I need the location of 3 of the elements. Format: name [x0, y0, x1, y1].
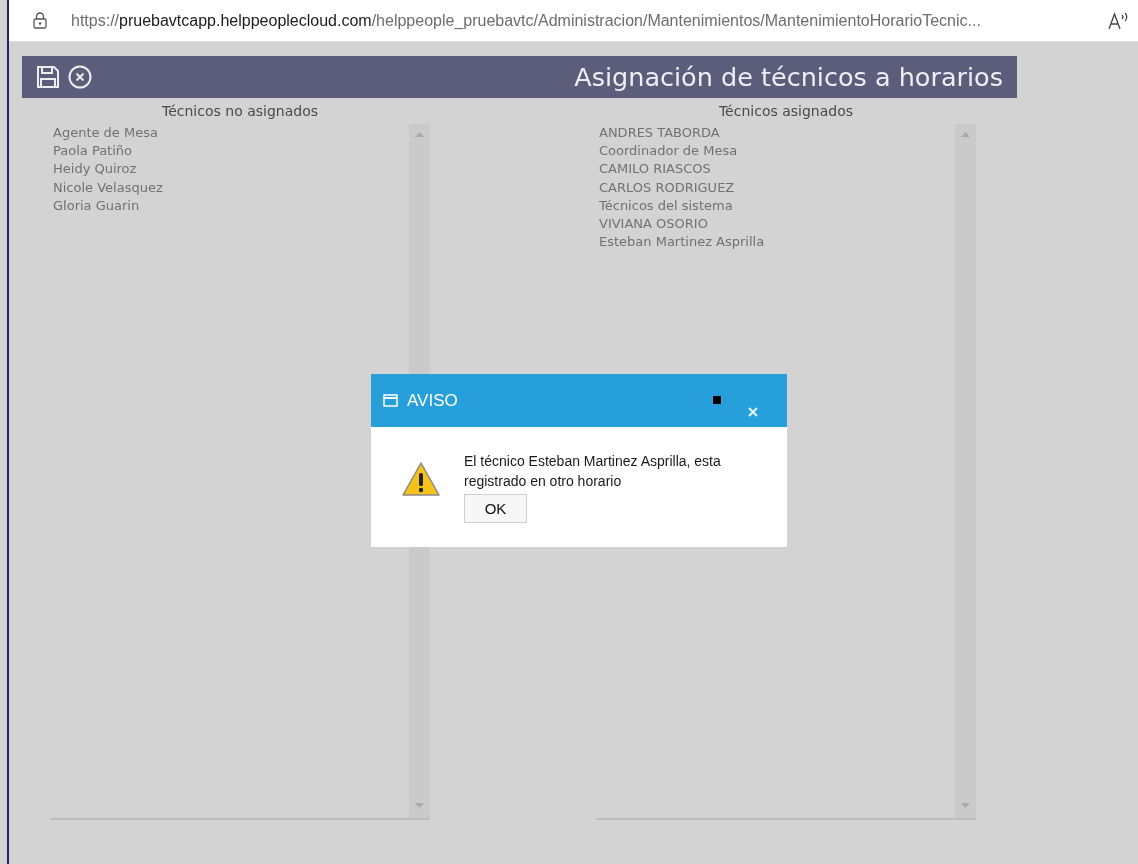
list-title: Técnicos asignados: [718, 102, 854, 121]
page-title: Asignación de técnicos a horarios: [574, 62, 1003, 92]
list-title: Técnicos no asignados: [162, 102, 318, 121]
